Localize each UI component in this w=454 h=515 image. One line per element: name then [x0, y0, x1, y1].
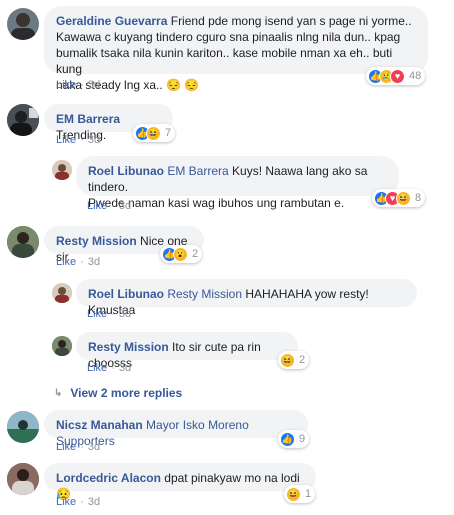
timestamp[interactable]: 3d	[119, 308, 131, 320]
timestamp[interactable]: 3d	[88, 441, 100, 453]
commenter-name[interactable]: Roel Libunao	[88, 287, 164, 301]
avatar[interactable]	[7, 411, 39, 443]
laugh-icon: 😆	[146, 125, 161, 141]
timestamp[interactable]: 3d	[119, 200, 131, 212]
comment-bubble: Nicsz Manahan Mayor Isko Moreno Supporte…	[44, 410, 308, 448]
commenter-name[interactable]: Nicsz Manahan	[56, 418, 143, 432]
commenter-name[interactable]: Resty Mission	[56, 234, 137, 248]
like-button[interactable]: Like	[56, 134, 76, 146]
comment-bubble: Roel Libunao Resty Mission HAHAHAHA yow …	[76, 279, 417, 317]
timestamp[interactable]: 3d	[88, 79, 100, 91]
reaction-count: 9	[299, 433, 306, 445]
timestamp[interactable]: 3d	[88, 256, 100, 268]
like-button[interactable]: Like	[56, 496, 76, 508]
pensive-emoji: 😔 😔	[166, 78, 200, 92]
timestamp[interactable]: 3d	[88, 134, 100, 146]
like-button[interactable]: Like	[56, 256, 76, 268]
avatar[interactable]	[7, 463, 39, 495]
avatar[interactable]	[52, 160, 72, 180]
comment-bubble: Resty Mission Ito sir cute pa rin chooss…	[76, 332, 298, 370]
reaction-count: 8	[415, 192, 422, 204]
commenter-name[interactable]: Lordcedric Alacon	[56, 471, 161, 485]
separator: ·	[80, 441, 84, 453]
avatar[interactable]	[7, 104, 39, 136]
separator: ·	[111, 200, 115, 212]
avatar[interactable]	[52, 336, 72, 356]
comment-bubble: Geraldine Guevarra Friend pde mong isend…	[44, 6, 428, 92]
wow-icon: 😮	[173, 246, 188, 262]
reaction-count: 2	[192, 248, 199, 260]
commenter-name[interactable]: EM Barrera	[56, 112, 120, 126]
like-button[interactable]: Like	[56, 79, 76, 91]
mention-link[interactable]: Resty Mission	[167, 287, 242, 301]
mention-link[interactable]: EM Barrera	[167, 164, 228, 178]
laugh-icon: 😆	[396, 190, 411, 206]
avatar[interactable]	[52, 283, 72, 303]
timestamp[interactable]: 3d	[119, 362, 131, 374]
comment-text: dpat pinakyaw mo na lodi	[164, 471, 300, 485]
commenter-name[interactable]: Geraldine Guevarra	[56, 14, 167, 28]
reaction-summary[interactable]: 😆 1	[284, 485, 316, 503]
comment-bubble: Roel Libunao EM Barrera Kuys! Naawa lang…	[76, 156, 399, 210]
reaction-summary[interactable]: 👍 😮 2	[160, 245, 203, 263]
avatar[interactable]	[7, 226, 39, 258]
reaction-count: 7	[165, 127, 172, 139]
reaction-summary[interactable]: 👍 ♥ 😆 8	[372, 189, 426, 207]
heart-icon: ♥	[390, 68, 405, 84]
timestamp[interactable]: 3d	[88, 496, 100, 508]
separator: ·	[111, 362, 115, 374]
reaction-summary[interactable]: 👍 9	[278, 430, 310, 448]
comment-text: Kawawa c kuyang tindero cguro sna pinaal…	[56, 30, 401, 44]
comment-bubble: Lordcedric Alacon dpat pinakyaw mo na lo…	[44, 463, 316, 501]
thumbs-up-icon: 👍	[280, 431, 295, 447]
commenter-name[interactable]: Roel Libunao	[88, 164, 164, 178]
like-button[interactable]: Like	[87, 362, 107, 374]
view-more-replies-link[interactable]: ↳ View 2 more replies	[54, 386, 182, 400]
reply-arrow-icon: ↳	[54, 387, 63, 399]
reaction-count: 1	[305, 488, 312, 500]
view-more-label: View 2 more replies	[70, 386, 183, 400]
reaction-count: 48	[409, 70, 422, 82]
separator: ·	[80, 256, 84, 268]
separator: ·	[80, 79, 84, 91]
comment-text: Friend pde mong isend yan s page ni yorm…	[170, 14, 412, 28]
separator: ·	[111, 308, 115, 320]
like-button[interactable]: Like	[56, 441, 76, 453]
separator: ·	[80, 134, 84, 146]
separator: ·	[80, 496, 84, 508]
like-button[interactable]: Like	[87, 200, 107, 212]
reaction-summary[interactable]: 👍 😢 ♥ 48	[366, 67, 426, 85]
reaction-count: 2	[299, 354, 306, 366]
commenter-name[interactable]: Resty Mission	[88, 340, 169, 354]
laugh-icon: 😆	[286, 486, 301, 502]
reaction-summary[interactable]: 😆 2	[278, 351, 310, 369]
avatar[interactable]	[7, 8, 39, 40]
like-button[interactable]: Like	[87, 308, 107, 320]
reaction-summary[interactable]: 👍 😆 7	[133, 124, 176, 142]
laugh-icon: 😆	[280, 352, 295, 368]
comment-text: bumalik tsaka nila kunin kariton.. kase …	[56, 46, 393, 76]
